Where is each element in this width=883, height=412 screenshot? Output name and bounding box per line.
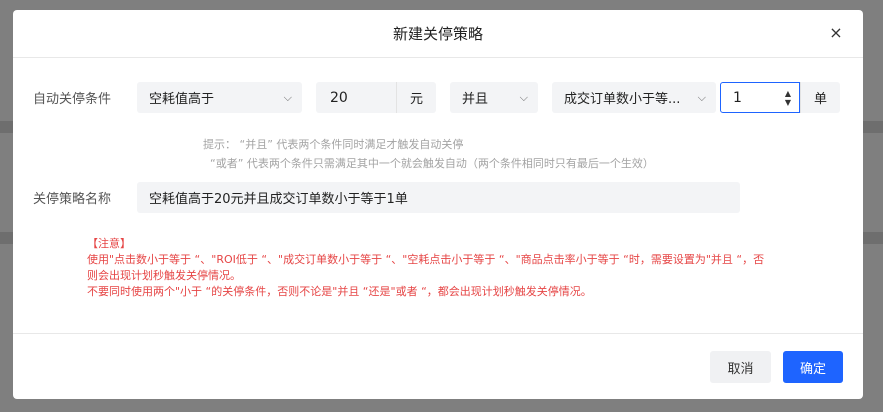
condition-label: 自动关停条件 (33, 92, 112, 107)
unit1-label: 元 (396, 82, 436, 113)
notice-line: 则会出现计划秒触发关停情况。 (87, 269, 241, 282)
notice-box: 【注意】 使用"点击数小于等于 “、"ROI低于 “、"成交订单数小于等于 “、… (87, 236, 847, 300)
dialog-header: 新建关停策略 × (13, 10, 863, 58)
chevron-down-icon: ⌵ (283, 90, 292, 104)
strategy-name-input[interactable]: 空耗值高于20元并且成交订单数小于等于1单 (137, 182, 740, 213)
value1-input[interactable] (316, 82, 396, 113)
condition-row: 自动关停条件 空耗值高于 ⌵ 元 并且 ⌵ 成交订单数小于等... ⌵ 1 ▲▼… (33, 82, 840, 113)
spin-arrows-icon[interactable]: ▲ ▼ (785, 89, 791, 107)
cancel-button[interactable]: 取消 (710, 351, 771, 383)
notice-title: 【注意】 (87, 237, 131, 250)
logic-select[interactable]: 并且 ⌵ (450, 82, 538, 113)
notice-line: 不要同时使用两个"小于 “的关停条件，否则不论是"并且 “还是"或者 “，都会出… (87, 285, 592, 298)
confirm-button[interactable]: 确定 (783, 351, 843, 383)
unit2-label: 单 (800, 82, 840, 113)
hint-or: “或者” 代表两个条件只需满足其中一个就会触发自动（两个条件相同时只有最后一个生… (210, 157, 654, 170)
logic-value: 并且 (462, 92, 489, 107)
metric1-value: 空耗值高于 (149, 92, 215, 107)
value2-stepper[interactable]: 1 ▲ ▼ (720, 82, 800, 113)
chevron-down-icon: ⌵ (697, 90, 706, 104)
metric1-select[interactable]: 空耗值高于 ⌵ (137, 82, 302, 113)
hint-and: 提示： “并且” 代表两个条件同时满足才触发自动关停 (203, 138, 464, 151)
close-icon[interactable]: × (827, 24, 845, 42)
footer-divider (13, 333, 863, 334)
value2-value: 1 (733, 89, 742, 106)
name-row: 关停策略名称 空耗值高于20元并且成交订单数小于等于1单 (33, 182, 740, 213)
create-shutdown-strategy-dialog: 新建关停策略 × 自动关停条件 空耗值高于 ⌵ 元 并且 ⌵ 成交订单数小于等.… (13, 10, 863, 399)
value1-group: 元 (316, 82, 436, 113)
notice-line: 使用"点击数小于等于 “、"ROI低于 “、"成交订单数小于等于 “、"空耗点击… (87, 253, 765, 266)
metric2-select[interactable]: 成交订单数小于等... ⌵ (552, 82, 716, 113)
value2-group: 1 ▲ ▼ 单 (720, 82, 840, 113)
metric2-value: 成交订单数小于等... (564, 92, 681, 107)
name-label: 关停策略名称 (33, 192, 112, 207)
chevron-down-icon: ⌵ (519, 90, 528, 104)
dialog-title: 新建关停策略 (392, 25, 483, 43)
